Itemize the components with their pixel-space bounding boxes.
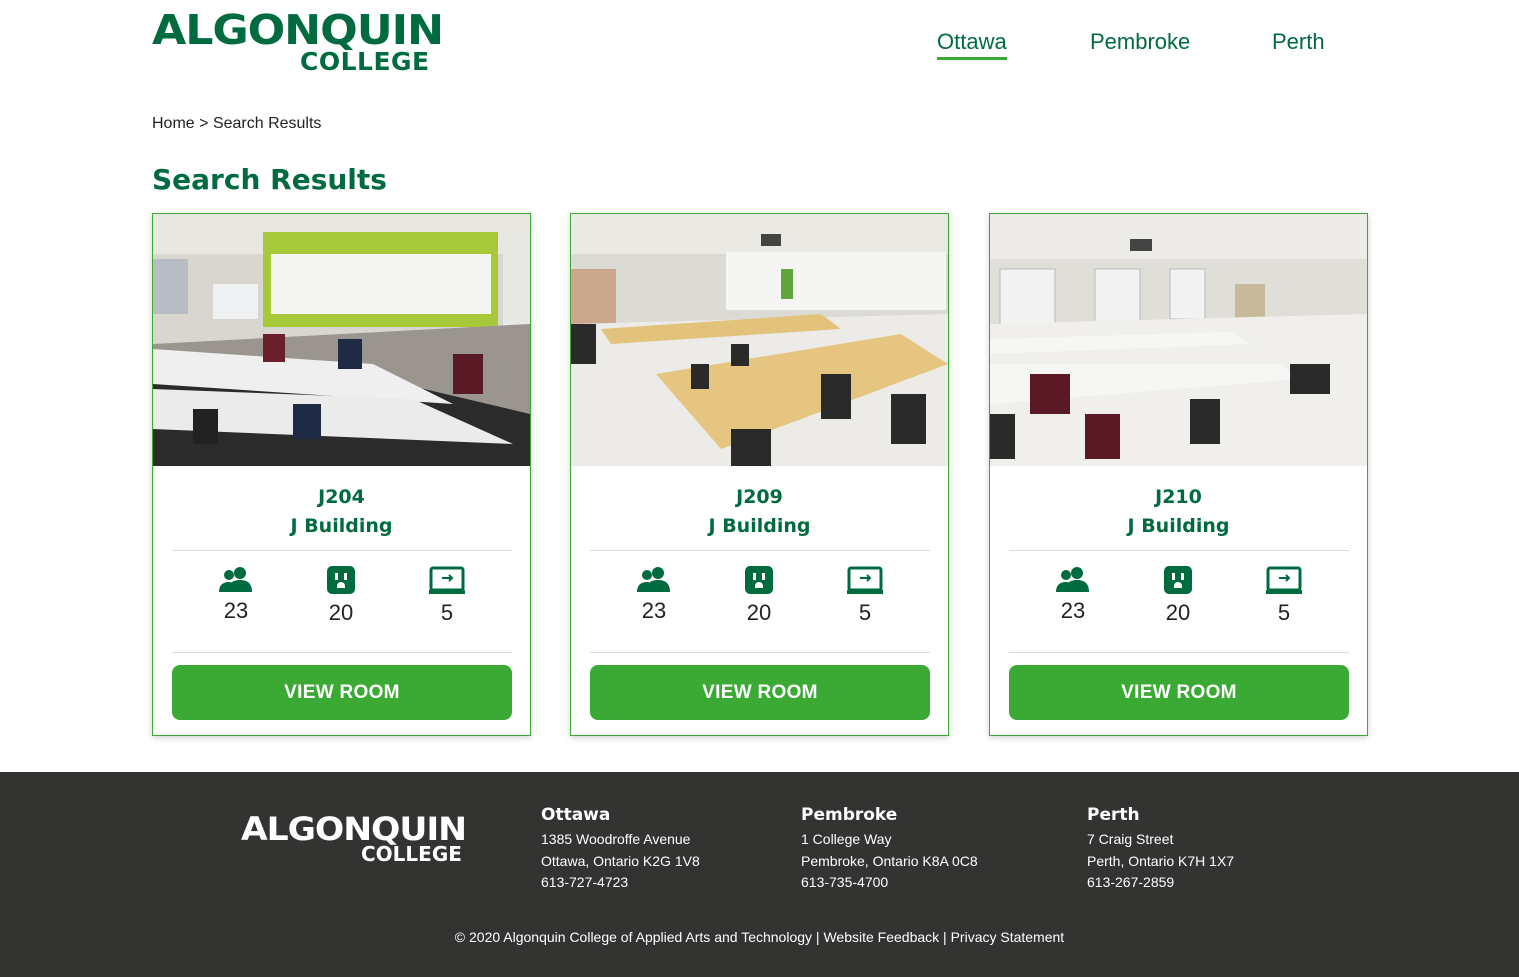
computers-value: 5	[1277, 600, 1291, 625]
capacity-stat: 23	[1043, 566, 1103, 624]
footer-logo-line-2: COLLEGE	[361, 842, 462, 866]
website-feedback-link[interactable]: Website Feedback	[823, 929, 939, 945]
monitor-icon	[847, 566, 883, 594]
outlets-value: 20	[1165, 600, 1191, 625]
divider	[590, 550, 930, 551]
campus-name: Perth	[1087, 805, 1140, 825]
site-header: ALGONQUIN COLLEGE Ottawa Pembroke Perth	[0, 0, 1519, 100]
footer-campus-ottawa: Ottawa 1385 Woodroffe Avenue Ottawa, Ont…	[541, 804, 700, 894]
copyright-text: 2020 Algonquin College of Applied Arts a…	[469, 929, 813, 945]
capacity-stat: 23	[624, 566, 684, 624]
room-number: J204	[318, 486, 365, 508]
outlets-value: 20	[328, 600, 354, 625]
computers-value: 5	[858, 600, 872, 625]
nav-ottawa[interactable]: Ottawa	[937, 28, 1007, 60]
classroom-photo	[990, 214, 1367, 466]
building-name: J Building	[1127, 515, 1230, 537]
view-room-button[interactable]: VIEW ROOM	[172, 665, 512, 720]
building-name: J Building	[290, 515, 393, 537]
room-number: J209	[736, 486, 783, 508]
room-card: J209 J Building 23 20 5 VIEW ROOM	[570, 213, 949, 736]
campus-phone[interactable]: 613-735-4700	[801, 872, 978, 894]
campus-address-2: Perth, Ontario K7H 1X7	[1087, 852, 1235, 869]
power-outlet-icon	[1164, 566, 1192, 594]
breadcrumb-home[interactable]: Home	[152, 115, 195, 132]
campus-name: Pembroke	[801, 805, 898, 825]
footer-logo-line-1: ALGONQUIN	[241, 810, 467, 848]
campus-phone[interactable]: 613-267-2859	[1087, 872, 1234, 894]
campus-address-1: 1 College Way	[801, 831, 892, 847]
footer-campus-pembroke: Pembroke 1 College Way Pembroke, Ontario…	[801, 804, 978, 894]
capacity-value: 23	[641, 598, 667, 623]
people-icon	[1056, 567, 1089, 592]
monitor-icon	[1266, 566, 1302, 594]
campus-address-2: Ottawa, Ontario K2G 1V8	[541, 852, 700, 869]
computers-value: 5	[440, 600, 454, 625]
monitor-icon	[429, 566, 465, 594]
computers-stat: 5	[1254, 566, 1314, 626]
people-icon	[219, 567, 252, 592]
classroom-photo	[153, 214, 530, 466]
copyright-separator: |	[815, 929, 820, 945]
divider	[590, 652, 930, 653]
footer-logo[interactable]: ALGONQUIN COLLEGE	[241, 812, 471, 867]
site-footer: ALGONQUIN COLLEGE Ottawa 1385 Woodroffe …	[0, 772, 1519, 977]
campus-phone[interactable]: 613-727-4723	[541, 872, 700, 894]
divider	[1009, 652, 1349, 653]
breadcrumb-separator: >	[199, 115, 209, 132]
campus-address-2: Pembroke, Ontario K8A 0C8	[801, 852, 978, 869]
outlets-stat: 20	[729, 566, 789, 626]
view-room-button[interactable]: VIEW ROOM	[1009, 665, 1349, 720]
campus-name: Ottawa	[541, 805, 611, 825]
room-card: J204 J Building 23 20 5 VIEW ROOM	[152, 213, 531, 736]
divider	[172, 550, 512, 551]
capacity-value: 23	[1060, 598, 1086, 623]
power-outlet-icon	[327, 566, 355, 594]
computers-stat: 5	[417, 566, 477, 626]
capacity-stat: 23	[206, 566, 266, 624]
outlets-stat: 20	[311, 566, 371, 626]
privacy-statement-link[interactable]: Privacy Statement	[951, 929, 1065, 945]
breadcrumb: Home > Search Results	[152, 115, 321, 133]
copyright-bar: © 2020 Algonquin College of Applied Arts…	[0, 929, 1519, 945]
logo-line-2: COLLEGE	[300, 47, 430, 76]
room-card: J210 J Building 23 20 5 VIEW ROOM	[989, 213, 1368, 736]
divider	[1009, 550, 1349, 551]
divider	[172, 652, 512, 653]
logo-line-1: ALGONQUIN	[152, 6, 444, 54]
power-outlet-icon	[745, 566, 773, 594]
breadcrumb-current: Search Results	[212, 115, 322, 132]
outlets-value: 20	[746, 600, 772, 625]
copyright-symbol: ©	[454, 929, 466, 945]
people-icon	[637, 567, 670, 592]
campus-address-1: 1385 Woodroffe Avenue	[541, 831, 691, 847]
view-room-button[interactable]: VIEW ROOM	[590, 665, 930, 720]
capacity-value: 23	[223, 598, 249, 623]
algonquin-logo[interactable]: ALGONQUIN COLLEGE	[152, 8, 444, 76]
building-name: J Building	[708, 515, 811, 537]
nav-pembroke[interactable]: Pembroke	[1090, 28, 1190, 56]
classroom-photo	[571, 214, 948, 466]
outlets-stat: 20	[1148, 566, 1208, 626]
copyright-separator: |	[943, 929, 947, 945]
room-number: J210	[1155, 486, 1202, 508]
footer-campus-perth: Perth 7 Craig Street Perth, Ontario K7H …	[1087, 804, 1234, 894]
campus-address-1: 7 Craig Street	[1087, 831, 1174, 847]
page-title: Search Results	[152, 163, 387, 196]
nav-perth[interactable]: Perth	[1272, 28, 1325, 56]
computers-stat: 5	[835, 566, 895, 626]
